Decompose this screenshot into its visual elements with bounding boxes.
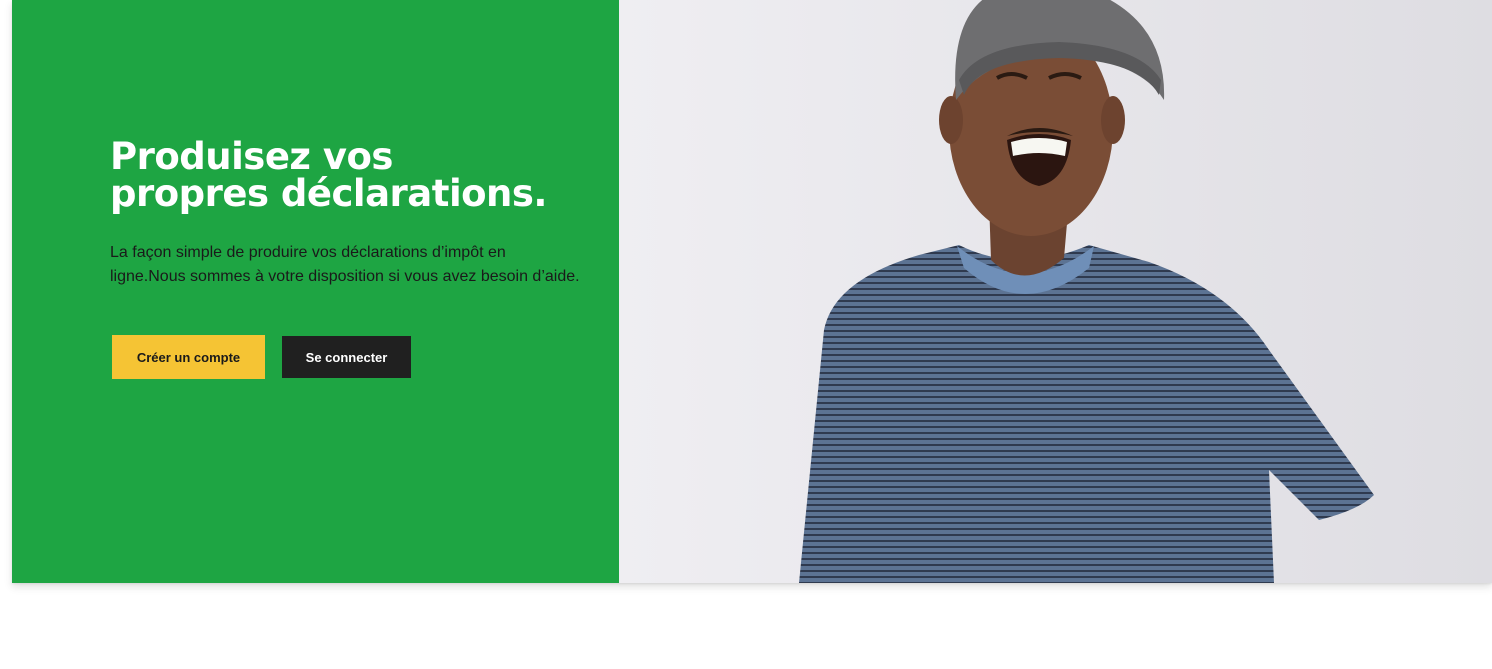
create-account-button[interactable]: Créer un compte xyxy=(112,335,265,379)
hero-banner: Produisez vos propres déclarations. La f… xyxy=(12,0,1492,583)
hero-headline-line1: Produisez vos xyxy=(110,135,393,178)
hero-description: La façon simple de produire vos déclarat… xyxy=(110,244,580,285)
hero-headline: Produisez vos propres déclarations. xyxy=(110,138,580,212)
smiling-man-illustration xyxy=(619,0,1492,583)
hero-text-panel: Produisez vos propres déclarations. La f… xyxy=(12,0,619,583)
login-button[interactable]: Se connecter xyxy=(282,336,411,378)
hero-photo xyxy=(619,0,1492,583)
hero-headline-line2: propres déclarations. xyxy=(110,172,547,215)
